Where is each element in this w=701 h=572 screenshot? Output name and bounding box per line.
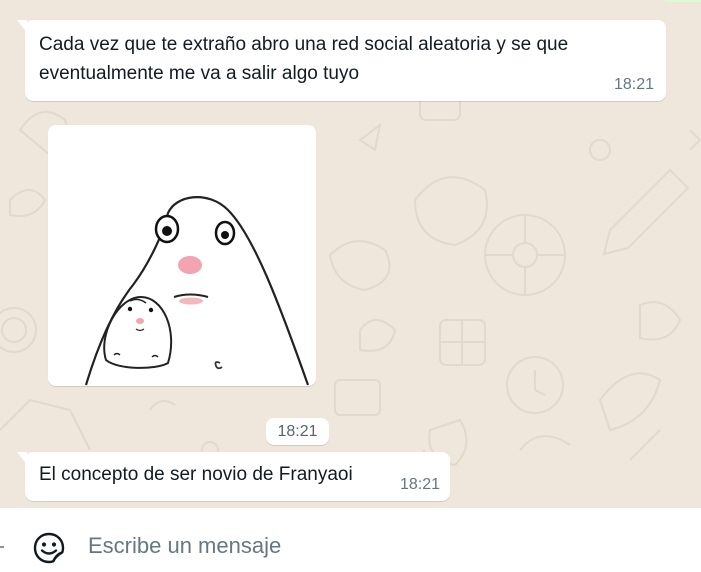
incoming-message-bubble[interactable]: Cada vez que te extraño abro una red soc… [17,20,666,101]
chat-area: Cada vez que te extraño abro una red soc… [0,0,701,508]
message-text: El concepto de ser novio de Franyaoi [39,464,353,485]
bubble-tail [17,20,27,33]
message-text: Cada vez que te extraño abro una red soc… [39,34,569,84]
message-timestamp: 18:21 [399,476,440,493]
bubble-tail [17,452,27,465]
message-timestamp: 18:21 [613,76,654,93]
incoming-message-bubble[interactable]: El concepto de ser novio de Franyaoi 18:… [17,452,450,501]
incoming-image-message[interactable] [48,125,316,386]
top-edge-highlight [665,0,701,2]
sticker-image [48,125,316,386]
message-composer [0,508,701,572]
sticker-icon[interactable] [33,532,65,564]
composer-edge-mark [0,546,4,548]
image-timestamp-pill: 18:21 [266,418,329,445]
message-input[interactable] [88,531,668,561]
